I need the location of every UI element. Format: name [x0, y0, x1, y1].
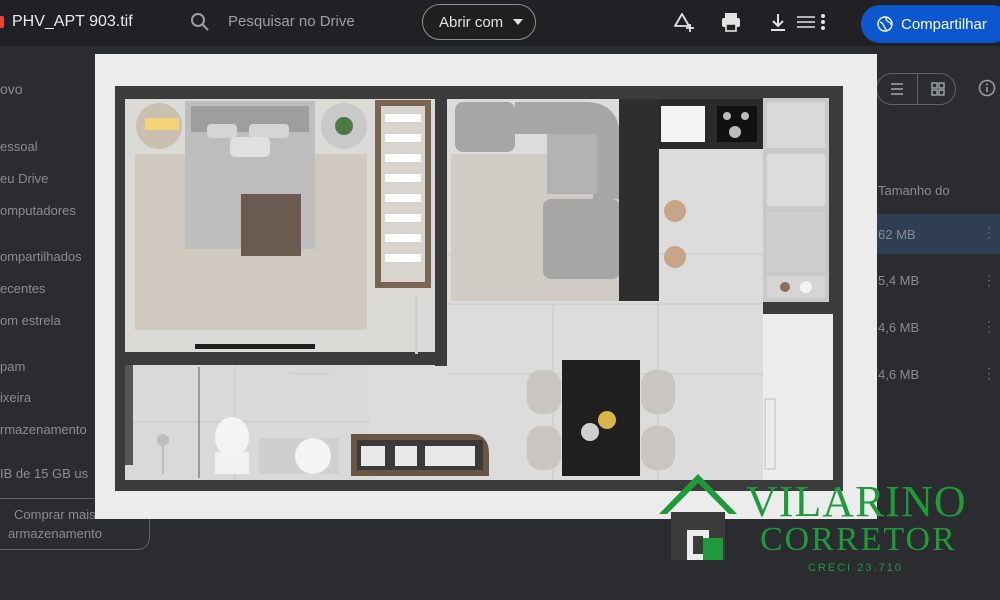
- buy-storage-label-2: armazenamento: [8, 526, 102, 541]
- open-with-label: Abrir com: [439, 13, 504, 31]
- sidebar-item-storage[interactable]: rmazenamento: [0, 422, 87, 437]
- file-size: 62 MB: [878, 227, 916, 242]
- sidebar-item-shared[interactable]: ompartilhados: [0, 249, 82, 264]
- info-icon[interactable]: [978, 79, 996, 102]
- file-size: 5,4 MB: [878, 273, 920, 288]
- globe-icon: [877, 16, 893, 32]
- more-actions-icon[interactable]: ⋮: [982, 272, 996, 289]
- watermark-creci: CRECI 23.710: [808, 562, 903, 574]
- search-input[interactable]: Pesquisar no Drive: [228, 13, 355, 30]
- more-actions-icon[interactable]: ⋮: [982, 365, 996, 382]
- sidebar-item-new[interactable]: ovo: [0, 81, 23, 97]
- size-column-header[interactable]: Tamanho do: [878, 183, 950, 198]
- house-logo-icon: [659, 474, 737, 560]
- file-name: PHV_APT 903.tif: [12, 13, 133, 30]
- share-label: Compartilhar: [901, 15, 987, 33]
- grid-view-icon[interactable]: [917, 74, 958, 104]
- file-size: 4,6 MB: [878, 320, 920, 335]
- filter-icon[interactable]: [795, 11, 817, 33]
- file-type-icon: [0, 16, 4, 28]
- file-size: 4,6 MB: [878, 367, 920, 382]
- sidebar-item-my-drive[interactable]: eu Drive: [0, 171, 48, 186]
- watermark-name: VILARINO: [746, 477, 967, 526]
- image-preview: [95, 54, 877, 519]
- list-view-icon[interactable]: [877, 74, 917, 104]
- view-toggle[interactable]: [876, 73, 956, 105]
- floor-plan-image: [115, 86, 843, 491]
- watermark-role: CORRETOR: [760, 521, 957, 558]
- buy-storage-label-1: Comprar mais: [14, 507, 96, 522]
- more-actions-icon[interactable]: ⋮: [982, 318, 996, 335]
- share-button[interactable]: Compartilhar: [861, 5, 1000, 43]
- search-icon[interactable]: [190, 12, 210, 32]
- chevron-down-icon: [513, 19, 524, 25]
- sidebar-item-starred[interactable]: om estrela: [0, 313, 61, 328]
- viewer-toolbar: PHV_APT 903.tif Pesquisar no Drive Abrir…: [0, 0, 1000, 46]
- sidebar-item-recent[interactable]: ecentes: [0, 281, 46, 296]
- sidebar-item-computers[interactable]: omputadores: [0, 203, 76, 218]
- sidebar-item-personal[interactable]: essoal: [0, 139, 38, 154]
- add-shortcut-icon[interactable]: [673, 11, 695, 33]
- more-actions-icon[interactable]: ⋮: [982, 224, 996, 241]
- print-icon[interactable]: [720, 11, 742, 33]
- more-options-icon[interactable]: [816, 11, 838, 33]
- storage-usage-text: IB de 15 GB us: [0, 466, 89, 481]
- sidebar-item-trash[interactable]: ixeira: [0, 390, 31, 405]
- download-icon[interactable]: [767, 11, 789, 33]
- open-with-button[interactable]: Abrir com: [422, 4, 536, 40]
- sidebar-item-spam[interactable]: pam: [0, 359, 25, 374]
